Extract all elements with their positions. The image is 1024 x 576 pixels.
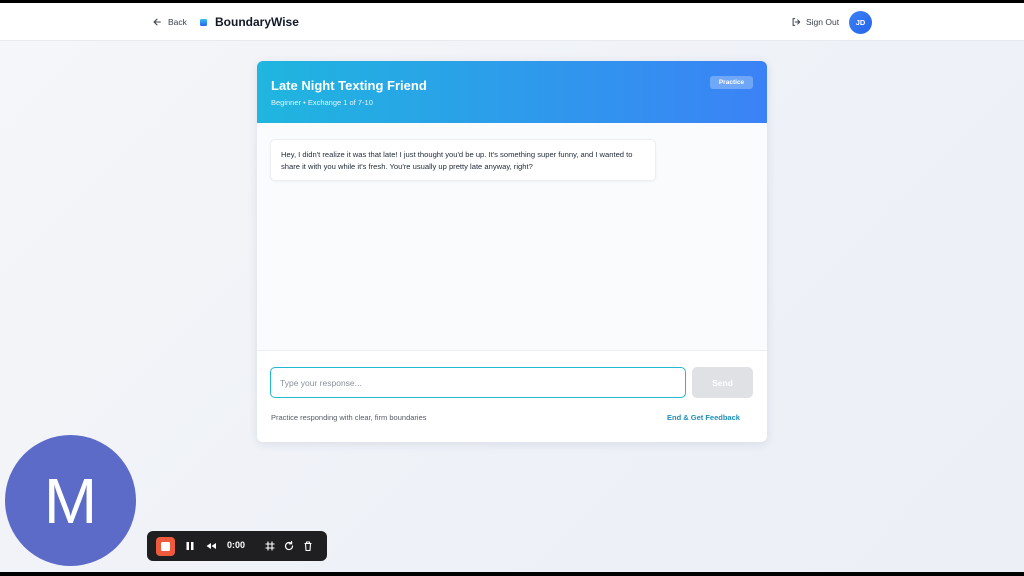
rewind-icon[interactable] xyxy=(204,539,218,553)
back-label: Back xyxy=(168,17,187,27)
practice-card: Late Night Texting Friend Beginner • Exc… xyxy=(257,61,767,442)
recording-toolbar: 0:00 xyxy=(147,531,327,561)
scenario-subtitle: Beginner • Exchange 1 of 7-10 xyxy=(271,98,373,107)
arrow-left-icon xyxy=(153,18,161,26)
pause-icon[interactable] xyxy=(183,539,197,553)
scenario-title: Late Night Texting Friend xyxy=(271,78,427,93)
response-input[interactable] xyxy=(270,367,686,398)
user-avatar[interactable]: JD xyxy=(849,11,872,34)
presenter-avatar: M xyxy=(5,435,136,566)
sign-out-label: Sign Out xyxy=(806,17,840,27)
brand[interactable]: BoundaryWise xyxy=(200,13,299,31)
brand-name: BoundaryWise xyxy=(215,15,299,29)
log-out-icon xyxy=(792,18,801,26)
back-button[interactable]: Back xyxy=(152,15,187,29)
send-button[interactable]: Send xyxy=(692,367,753,398)
composer-hint: Practice responding with clear, firm bou… xyxy=(271,413,427,422)
recording-time: 0:00 xyxy=(227,540,246,550)
grid-icon[interactable] xyxy=(263,539,277,553)
card-header: Late Night Texting Friend Beginner • Exc… xyxy=(257,61,767,123)
chat-area[interactable]: Hey, I didn't realize it was that late! … xyxy=(257,123,767,350)
app-frame: Back BoundaryWise Sign Out JD Late Night… xyxy=(0,3,1024,572)
composer-divider xyxy=(257,350,767,351)
message-bubble: Hey, I didn't realize it was that late! … xyxy=(270,139,656,181)
square-logo-icon xyxy=(200,18,207,26)
restart-icon[interactable] xyxy=(282,539,296,553)
trash-icon[interactable] xyxy=(301,539,315,553)
sign-out-button[interactable]: Sign Out xyxy=(791,15,839,29)
end-feedback-link[interactable]: End & Get Feedback xyxy=(667,413,740,422)
top-nav: Back BoundaryWise Sign Out JD xyxy=(0,3,1024,41)
stop-icon[interactable] xyxy=(156,537,175,556)
practice-badge: Practice xyxy=(710,76,753,89)
